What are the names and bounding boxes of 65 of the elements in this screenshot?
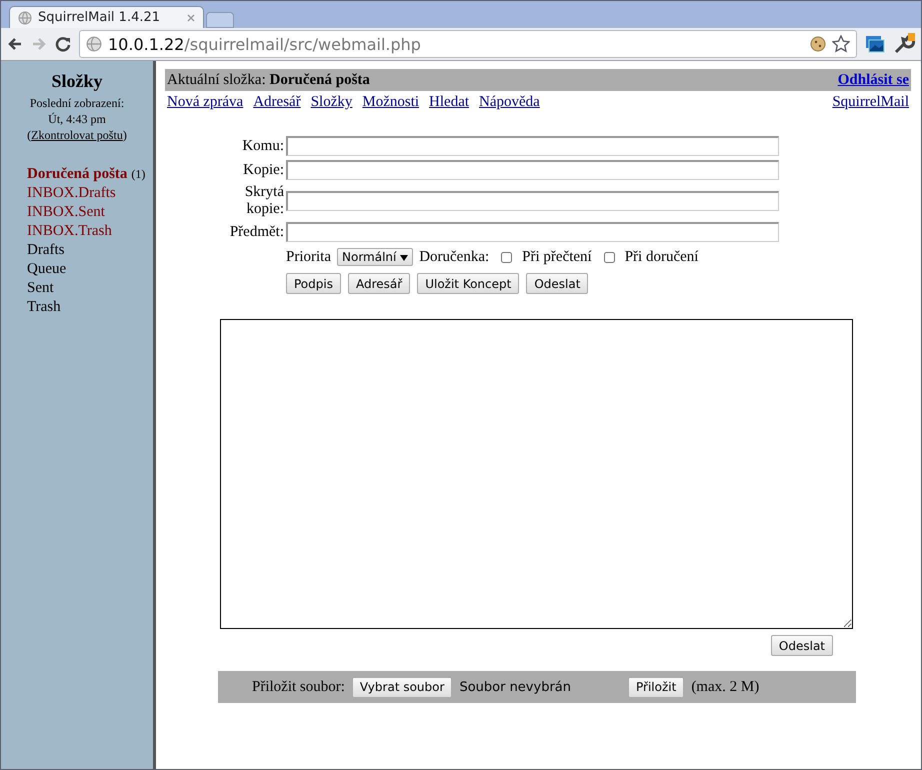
menu-link[interactable]: Hledat [429, 94, 470, 111]
unread-count: (1) [131, 167, 146, 181]
logout-link[interactable]: Odhlásit se [838, 72, 909, 88]
folder-link[interactable]: INBOX.Trash [27, 223, 112, 239]
compose-button[interactable]: Adresář [348, 273, 410, 294]
field-label: Komu: [241, 138, 284, 154]
receipt-checkbox[interactable] [501, 252, 512, 262]
attach-label: Přiložit soubor: [252, 678, 345, 696]
receipt-label: Doručenka: [419, 248, 490, 266]
folder-link[interactable]: INBOX.Drafts [27, 185, 116, 201]
menu-link[interactable]: Adresář [253, 94, 301, 111]
sidebar-title: Složky [50, 71, 104, 92]
folder-name: Doručená pošta [269, 72, 370, 88]
address-field[interactable] [286, 160, 779, 180]
menu-link[interactable]: Nápověda [479, 94, 540, 111]
folder-link[interactable]: Doručená pošta [27, 166, 128, 182]
choose-file-button[interactable]: Vybrat soubor [352, 676, 452, 698]
back-icon[interactable] [7, 36, 23, 52]
bracket-text: ) [122, 128, 127, 142]
checkbox-label: Při doručení [624, 248, 698, 266]
field-label: Předmět: [228, 224, 284, 240]
send-button[interactable]: Odeslat [770, 635, 833, 656]
compose-button[interactable]: Uložit Koncept [417, 273, 520, 294]
close-icon[interactable] [187, 14, 195, 22]
address-field[interactable] [286, 191, 779, 211]
folder-link[interactable]: Sent [27, 280, 54, 296]
bracket-text: ( [27, 128, 32, 142]
folder-link[interactable]: Trash [27, 299, 61, 315]
menu-link[interactable]: Složky [310, 94, 352, 111]
menu-link[interactable]: Nová zpráva [167, 94, 244, 111]
folder-link[interactable]: Drafts [27, 242, 64, 258]
wrench-icon[interactable] [893, 33, 915, 55]
max-size-note: (max. 2 M) [691, 678, 760, 696]
no-file-text: Soubor nevybrán [459, 680, 571, 694]
cookie-icon[interactable] [810, 36, 826, 52]
address-bar[interactable]: 10.0.1.22/squirrelmail/src/webmail.php [79, 30, 857, 58]
compose-button[interactable]: Odeslat [526, 273, 588, 294]
globe-icon [86, 36, 102, 52]
address-field[interactable] [286, 222, 779, 242]
caret-icon [400, 255, 408, 261]
address-field[interactable] [286, 136, 779, 156]
receipt-checkbox[interactable] [604, 252, 615, 262]
globe-icon [18, 10, 32, 24]
squirrelmail-link[interactable]: SquirrelMail [832, 94, 909, 111]
field-label: Skrytá kopie: [244, 184, 284, 218]
attach-button[interactable]: Přiložit [628, 676, 684, 698]
image-icon[interactable] [865, 34, 885, 54]
checkbox-label: Při přečtení [522, 248, 592, 266]
url-host: 10.0.1.22 [108, 34, 184, 54]
url-path: /squirrelmail/src/webmail.php [184, 34, 422, 54]
menu-link[interactable]: Možnosti [362, 94, 420, 111]
last-refresh-time: Út, 4:43 pm [47, 112, 107, 127]
check-mail-link[interactable]: Zkontrolovat poštu [31, 128, 123, 142]
field-label: Kopie: [242, 162, 284, 178]
folder-link[interactable]: Queue [27, 261, 66, 277]
last-refresh-label: Poslední zobrazení: [28, 96, 126, 111]
browser-tab[interactable]: SquirrelMail 1.4.21 [9, 6, 204, 28]
compose-button[interactable]: Podpis [286, 273, 341, 294]
reload-icon[interactable] [55, 36, 71, 52]
folder-label: Aktuální složka: [167, 72, 266, 88]
priority-label: Priorita [286, 248, 331, 266]
priority-select[interactable]: Normální [337, 248, 414, 266]
star-icon[interactable] [832, 35, 850, 53]
message-body-field[interactable] [220, 319, 853, 629]
folder-link[interactable]: INBOX.Sent [27, 204, 105, 220]
